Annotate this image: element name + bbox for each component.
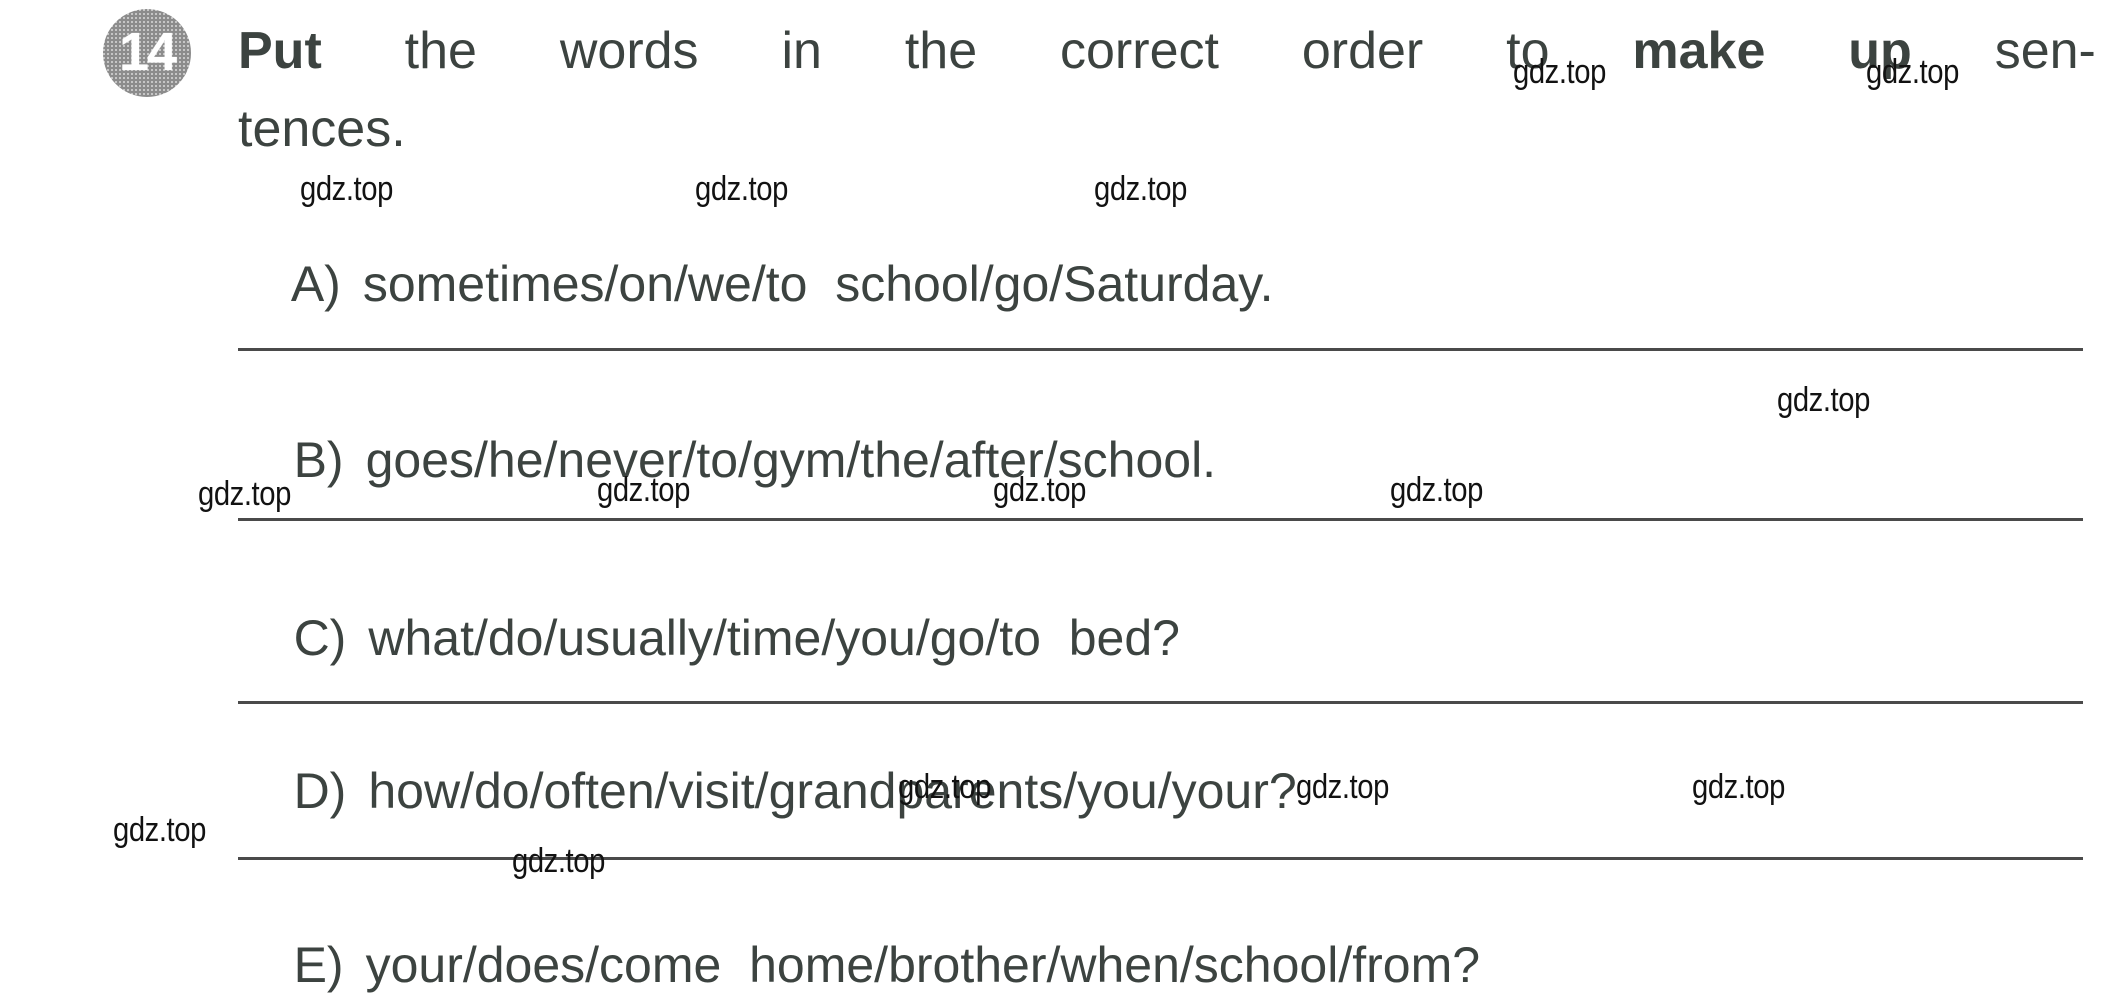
exercise-instruction: Put the words in the correct order to ma…: [238, 12, 2100, 168]
watermark-label: gdz.top: [898, 768, 991, 806]
watermark-label: gdz.top: [1390, 471, 1483, 509]
item-text-d: how/do/often/visit/grandparents/you/your…: [368, 763, 1297, 819]
item-text-e: your/does/come home/brother/when/school/…: [365, 937, 1481, 993]
answer-line-b[interactable]: [238, 518, 2083, 521]
watermark-label: gdz.top: [512, 842, 605, 880]
item-label-c: C): [293, 610, 347, 666]
watermark-label: gdz.top: [695, 170, 788, 208]
exercise-item-d: D) how/do/often/visit/grandparents/you/yo…: [238, 716, 1297, 866]
instruction-word-the-2: the: [904, 22, 978, 80]
answer-line-c[interactable]: [238, 701, 2083, 704]
item-label-d: D): [293, 763, 347, 819]
watermark-label: gdz.top: [993, 471, 1086, 509]
watermark-label: gdz.top: [300, 170, 393, 208]
exercise-number-badge: 14: [103, 9, 191, 97]
instruction-word-words: words: [559, 22, 699, 80]
workbook-exercise-page: 14 Put the words in the correct order to…: [0, 0, 2103, 998]
item-label-a: A): [290, 256, 341, 312]
watermark-label: gdz.top: [1692, 768, 1785, 806]
instruction-line-1: Put the words in the correct order to ma…: [238, 12, 2096, 90]
exercise-item-e: E) your/does/come home/brother/when/schoo…: [238, 890, 1480, 998]
instruction-word-correct: correct: [1060, 22, 1219, 80]
exercise-item-c: C) what/do/usually/time/you/go/to bed?: [238, 563, 1180, 713]
watermark-label: gdz.top: [1513, 53, 1606, 91]
item-text-c: what/do/usually/time/you/go/to bed?: [368, 610, 1180, 666]
item-text-b: goes/he/never/to/gym/the/after/school.: [365, 432, 1217, 488]
instruction-word-order: order: [1301, 22, 1424, 80]
exercise-number-label: 14: [118, 22, 177, 82]
instruction-word-put: Put: [238, 22, 322, 80]
watermark-label: gdz.top: [1296, 768, 1389, 806]
watermark-label: gdz.top: [1777, 381, 1870, 419]
watermark-label: gdz.top: [1866, 53, 1959, 91]
instruction-word-tences: tences.: [238, 100, 406, 158]
instruction-word-sen: sen-: [1994, 22, 2096, 80]
watermark-label: gdz.top: [198, 475, 291, 513]
instruction-word-make: make: [1632, 22, 1766, 80]
item-text-a: sometimes/on/we/to school/go/Saturday.: [362, 256, 1274, 312]
instruction-word-the: the: [404, 22, 477, 80]
watermark-label: gdz.top: [113, 811, 206, 849]
watermark-label: gdz.top: [597, 471, 690, 509]
item-label-e: E): [293, 937, 344, 993]
answer-line-a[interactable]: [238, 348, 2083, 351]
exercise-item-a: A) sometimes/on/we/to school/go/Saturday.: [238, 209, 1274, 359]
watermark-label: gdz.top: [1094, 170, 1187, 208]
instruction-line-2: tences.: [238, 90, 2100, 168]
exercise-item-b: B) goes/he/never/to/gym/the/after/school.: [238, 385, 1217, 535]
instruction-word-in: in: [781, 22, 822, 80]
item-label-b: B): [293, 432, 344, 488]
